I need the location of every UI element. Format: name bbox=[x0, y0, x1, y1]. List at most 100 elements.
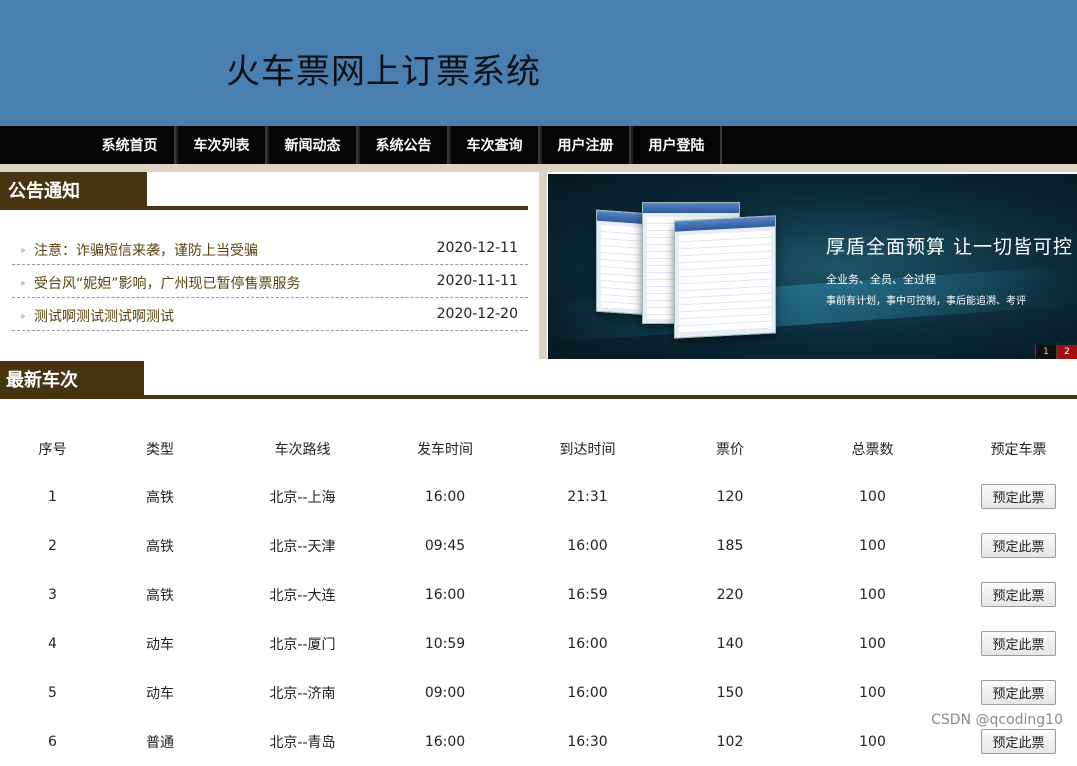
table-row: 5 动车 北京--济南 09:00 16:00 150 100 预定此票 bbox=[0, 668, 1077, 717]
banner-description: 事前有计划，事中可控制，事后能追溯、考评 bbox=[826, 296, 1026, 307]
banner-pager: 12 bbox=[1035, 345, 1077, 359]
bullet-icon: » bbox=[20, 279, 26, 289]
table-cell: 100 bbox=[859, 537, 886, 554]
table-cell: 100 bbox=[859, 635, 886, 652]
separator-stripe bbox=[0, 164, 1077, 172]
notice-item: » 注意：诈骗短信来袭，谨防上当受骗 2020-12-11 bbox=[12, 232, 528, 265]
trains-heading: 最新车次 bbox=[0, 361, 144, 399]
banner-page-button[interactable]: 2 bbox=[1056, 345, 1077, 359]
notice-date: 2020-12-20 bbox=[436, 306, 518, 322]
table-row: 4 动车 北京--厦门 10:59 16:00 140 100 预定此票 bbox=[0, 619, 1077, 668]
table-cell: 16:30 bbox=[567, 733, 608, 750]
banner-page-button[interactable]: 1 bbox=[1035, 345, 1056, 359]
column-header: 车次路线 bbox=[274, 442, 331, 458]
column-header: 发车时间 bbox=[417, 442, 473, 458]
nav-items: 系统首页 车次列表 新闻动态 系统公告 车次查询 用户注册 用户登陆 bbox=[85, 126, 722, 164]
column-header: 票价 bbox=[716, 442, 744, 458]
table-cell: 120 bbox=[716, 488, 744, 505]
table-cell: 预定此票 bbox=[960, 619, 1077, 668]
notice-list: » 注意：诈骗短信来袭，谨防上当受骗 2020-12-11 » 受台风“妮妲”影响，广州… bbox=[12, 232, 528, 331]
train-table: 序号 类型 车次路线 发车时间 到达时间 票价 总票数 预定车票 1 高铁 北京--上海 16:00… bbox=[0, 426, 1077, 766]
book-ticket-button[interactable]: 预定此票 bbox=[981, 729, 1056, 754]
site-header: 火车票网上订票系统 bbox=[0, 0, 1077, 126]
table-cell: 150 bbox=[716, 684, 744, 701]
notice-item: » 受台风“妮妲”影响，广州现已暂停售票服务 2020-11-11 bbox=[12, 265, 528, 298]
bullet-icon: » bbox=[20, 312, 26, 322]
notice-section-header: 公告通知 bbox=[0, 172, 528, 210]
notice-heading: 公告通知 bbox=[0, 172, 147, 210]
notice-title-link[interactable]: 受台风“妮妲”影响，广州现已暂停售票服务 bbox=[34, 273, 301, 293]
table-cell: 220 bbox=[716, 586, 744, 603]
table-cell: 北京--济南 bbox=[269, 685, 336, 702]
column-header: 序号 bbox=[38, 442, 67, 458]
banner-subtitle: 全业务、全员、全过程 bbox=[826, 273, 936, 286]
notice-date: 2020-11-11 bbox=[436, 273, 518, 289]
notice-title-link[interactable]: 注意：诈骗短信来袭，谨防上当受骗 bbox=[34, 240, 258, 260]
table-cell: 5 bbox=[48, 684, 57, 701]
table-cell: 100 bbox=[859, 488, 886, 505]
table-row: 6 普通 北京--青岛 16:00 16:30 102 100 预定此票 bbox=[0, 717, 1077, 766]
nav-item[interactable]: 系统公告 bbox=[358, 126, 449, 164]
table-cell: 16:00 bbox=[567, 537, 608, 554]
book-ticket-button[interactable]: 预定此票 bbox=[981, 533, 1056, 558]
table-row: 1 高铁 北京--上海 16:00 21:31 120 100 预定此票 bbox=[0, 472, 1077, 521]
table-cell: 6 bbox=[48, 733, 57, 750]
table-cell: 21:31 bbox=[567, 488, 608, 505]
bullet-icon: » bbox=[20, 246, 26, 256]
column-divider bbox=[539, 172, 547, 359]
table-cell: 高铁 bbox=[146, 538, 174, 555]
table-cell: 16:00 bbox=[567, 684, 608, 701]
nav-item[interactable]: 系统首页 bbox=[85, 126, 176, 164]
notice-item: » 测试啊测试测试啊测试 2020-12-20 bbox=[12, 298, 528, 331]
nav-item[interactable]: 用户登陆 bbox=[631, 126, 722, 164]
watermark: CSDN @qcoding10 bbox=[931, 712, 1063, 728]
table-cell: 100 bbox=[859, 684, 886, 701]
table-cell: 09:00 bbox=[424, 684, 466, 701]
nav-item[interactable]: 用户注册 bbox=[540, 126, 631, 164]
nav-item[interactable]: 车次列表 bbox=[176, 126, 267, 164]
nav-item[interactable]: 车次查询 bbox=[449, 126, 540, 164]
table-cell: 09:45 bbox=[424, 537, 466, 554]
book-ticket-button[interactable]: 预定此票 bbox=[981, 582, 1056, 607]
table-cell: 140 bbox=[716, 635, 744, 652]
nav-item[interactable]: 新闻动态 bbox=[267, 126, 358, 164]
table-cell: 1 bbox=[48, 488, 57, 505]
book-ticket-button[interactable]: 预定此票 bbox=[981, 680, 1056, 705]
promo-banner[interactable]: 厚盾全面预算 让一切皆可控 全业务、全员、全过程 事前有计划，事中可控制，事后能… bbox=[548, 174, 1077, 359]
column-header: 预定车票 bbox=[990, 442, 1047, 458]
main-nav: 系统首页 车次列表 新闻动态 系统公告 车次查询 用户注册 用户登陆 bbox=[0, 126, 1077, 164]
site-title: 火车票网上订票系统 bbox=[226, 52, 541, 92]
table-cell: 动车 bbox=[146, 636, 174, 653]
table-cell: 北京--上海 bbox=[269, 489, 336, 506]
table-cell: 北京--天津 bbox=[269, 538, 336, 555]
table-cell: 16:00 bbox=[424, 488, 466, 505]
table-cell: 16:00 bbox=[424, 586, 466, 603]
notice-heading-rule bbox=[0, 206, 528, 210]
table-cell: 高铁 bbox=[146, 587, 174, 604]
table-cell: 预定此票 bbox=[960, 472, 1077, 521]
table-cell: 3 bbox=[48, 586, 57, 603]
table-cell: 北京--青岛 bbox=[269, 734, 336, 751]
book-ticket-button[interactable]: 预定此票 bbox=[981, 631, 1056, 656]
table-cell: 16:00 bbox=[567, 635, 608, 652]
table-cell: 高铁 bbox=[146, 489, 174, 506]
table-header-row: 序号 类型 车次路线 发车时间 到达时间 票价 总票数 预定车票 bbox=[0, 426, 1077, 472]
table-cell: 预定此票 bbox=[960, 570, 1077, 619]
table-cell: 北京--大连 bbox=[269, 587, 336, 604]
table-cell: 185 bbox=[716, 537, 744, 554]
book-ticket-button[interactable]: 预定此票 bbox=[981, 484, 1056, 509]
table-cell: 16:00 bbox=[424, 733, 466, 750]
table-cell: 10:59 bbox=[424, 635, 466, 652]
table-row: 3 高铁 北京--大连 16:00 16:59 220 100 预定此票 bbox=[0, 570, 1077, 619]
banner-headline: 厚盾全面预算 让一切皆可控 bbox=[826, 236, 1074, 258]
notice-title-link[interactable]: 测试啊测试测试啊测试 bbox=[34, 306, 174, 326]
notice-date: 2020-12-11 bbox=[436, 240, 518, 256]
table-cell: 102 bbox=[716, 733, 744, 750]
table-cell: 2 bbox=[48, 537, 57, 554]
trains-section-header: 最新车次 bbox=[0, 361, 1077, 399]
banner-screenshot-window bbox=[674, 215, 776, 339]
table-cell: 普通 bbox=[146, 734, 174, 751]
table-cell: 北京--厦门 bbox=[269, 636, 336, 653]
table-cell: 16:59 bbox=[567, 586, 608, 603]
column-header: 到达时间 bbox=[559, 442, 616, 458]
